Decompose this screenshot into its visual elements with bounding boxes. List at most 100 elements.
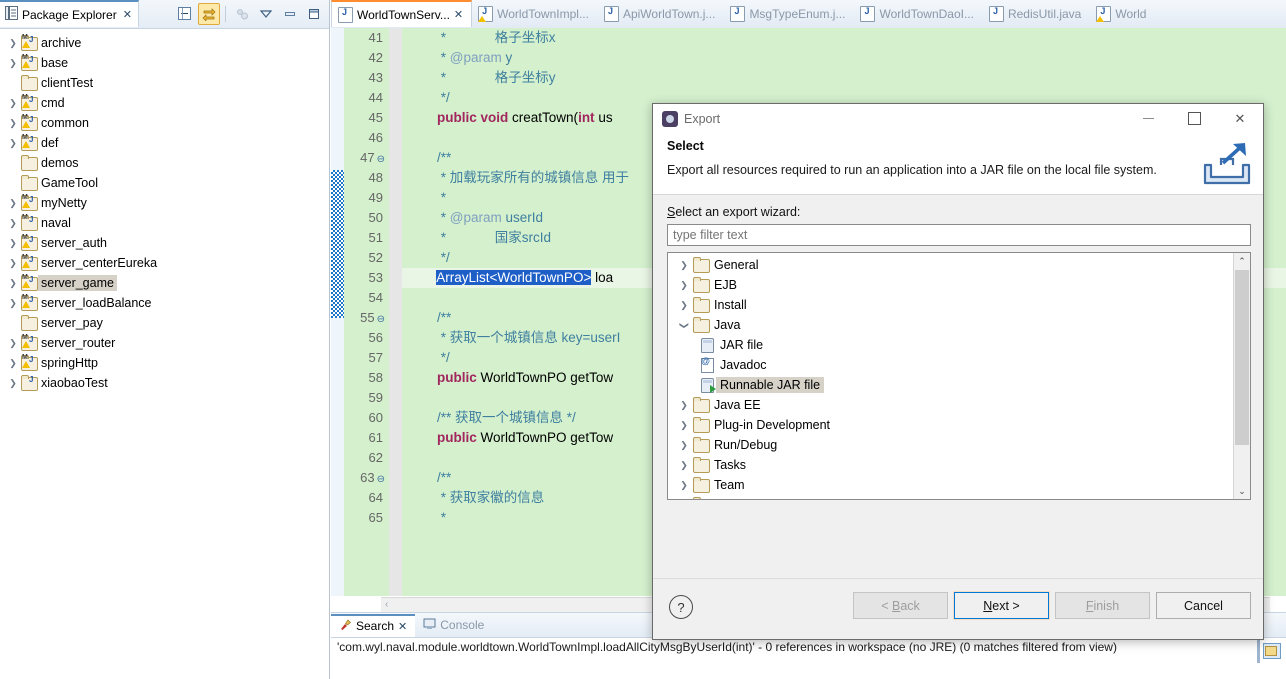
scroll-up-icon[interactable]: ⌃ [1234, 253, 1250, 269]
link-with-editor-icon[interactable] [198, 3, 220, 25]
project-tree-item[interactable]: ❯server_pay [0, 313, 329, 333]
project-tree-item[interactable]: ❯ J Mserver_game [0, 273, 329, 293]
tree-scrollbar[interactable]: ⌃ ⌄ [1233, 253, 1250, 499]
chevron-right-icon[interactable]: ❯ [676, 480, 692, 491]
help-icon[interactable]: ? [669, 595, 693, 619]
export-dialog[interactable]: Export ✕ Select Export all resources req… [652, 103, 1264, 640]
wizard-tree-item[interactable]: ❯ Team [668, 475, 1234, 495]
expand-arrow-icon[interactable]: ❯ [6, 38, 20, 49]
chevron-right-icon[interactable]: ❯ [676, 300, 692, 311]
maximize-view-icon[interactable] [303, 3, 325, 25]
project-tree-item[interactable]: ❯demos [0, 153, 329, 173]
project-tree-item[interactable]: ❯ J Mserver_router [0, 333, 329, 353]
fold-marker-icon[interactable] [383, 334, 385, 345]
close-icon[interactable]: ✕ [123, 8, 132, 21]
expand-arrow-icon[interactable]: ❯ [6, 298, 20, 309]
minimize-view-icon[interactable] [279, 3, 301, 25]
project-tree-item[interactable]: ❯ J Mbase [0, 53, 329, 73]
fold-marker-icon[interactable] [383, 514, 385, 525]
fold-marker-icon[interactable]: ⊖ [375, 314, 385, 325]
scroll-left-icon[interactable]: ‹ [385, 599, 388, 610]
fold-marker-icon[interactable] [383, 74, 385, 85]
wizard-tree-item[interactable]: JAR file [668, 335, 1234, 355]
expand-arrow-icon[interactable]: ❯ [6, 198, 20, 209]
expand-arrow-icon[interactable]: ❯ [6, 118, 20, 129]
project-tree[interactable]: ❯JMarchive❯JMbase❯clientTest❯JMcmd❯JMcom… [0, 29, 329, 393]
wizard-tree-item[interactable]: ❯Web [668, 495, 1234, 499]
code-line[interactable]: * @param y [402, 48, 1286, 68]
fold-marker-icon[interactable] [383, 194, 385, 205]
fold-marker-icon[interactable] [383, 274, 385, 285]
fold-marker-icon[interactable] [383, 434, 385, 445]
project-tree-item[interactable]: ❯ J Mserver_loadBalance [0, 293, 329, 313]
project-tree-item[interactable]: ❯ J MspringHttp [0, 353, 329, 373]
fold-marker-icon[interactable] [383, 34, 385, 45]
expand-arrow-icon[interactable]: ❯ [6, 358, 20, 369]
expand-arrow-icon[interactable]: ❯ [6, 338, 20, 349]
chevron-right-icon[interactable]: ❯ [676, 420, 692, 431]
fold-marker-icon[interactable]: ⊖ [375, 154, 385, 165]
bottom-view-tab[interactable]: Console [415, 614, 492, 637]
project-tree-item[interactable]: ❯ J Mserver_auth [0, 233, 329, 253]
fold-marker-icon[interactable] [383, 374, 385, 385]
fold-marker-icon[interactable] [383, 234, 385, 245]
maximize-icon[interactable] [1171, 104, 1217, 133]
wizard-tree-item[interactable]: ❯ Tasks [668, 455, 1234, 475]
expand-arrow-icon[interactable]: ❯ [6, 58, 20, 69]
editor-tabbar[interactable]: WorldTownServ... ✕ WorldTownImpl... ApiWorl… [331, 0, 1286, 29]
wizard-tree-item[interactable]: ❯ EJB [668, 275, 1234, 295]
fold-marker-icon[interactable] [383, 54, 385, 65]
chevron-right-icon[interactable]: ❯ [676, 260, 692, 271]
wizard-tree-item[interactable]: ❯ General [668, 255, 1234, 275]
expand-arrow-icon[interactable]: ❯ [6, 258, 20, 269]
fold-marker-icon[interactable] [383, 354, 385, 365]
chevron-right-icon[interactable]: ❯ [676, 280, 692, 291]
project-tree-item[interactable]: ❯ J MmyNetty [0, 193, 329, 213]
wizard-tree-item[interactable]: ❯ Install [668, 295, 1234, 315]
expand-arrow-icon[interactable]: ❯ [6, 378, 20, 389]
wizard-tree-item[interactable]: Javadoc [668, 355, 1234, 375]
filter-input[interactable] [667, 224, 1251, 246]
chevron-right-icon[interactable]: ❯ [676, 440, 692, 451]
fold-marker-icon[interactable] [383, 174, 385, 185]
chevron-right-icon[interactable]: ❯ [676, 460, 692, 471]
editor-tab[interactable]: WorldTownDaoI... [854, 0, 982, 27]
bottom-view-tab[interactable]: Search ✕ [331, 613, 416, 637]
code-line[interactable]: * 格子坐标y [402, 68, 1286, 88]
close-icon[interactable]: ✕ [1217, 104, 1263, 133]
fold-marker-icon[interactable] [383, 94, 385, 105]
project-tree-item[interactable]: ❯ J Mdef [0, 133, 329, 153]
focus-on-active-task-icon[interactable] [231, 3, 253, 25]
scroll-down-icon[interactable]: ⌄ [1234, 483, 1250, 499]
fold-marker-icon[interactable] [383, 414, 385, 425]
fold-marker-icon[interactable] [383, 454, 385, 465]
cancel-button[interactable]: Cancel [1156, 592, 1251, 619]
project-tree-item[interactable]: ❯GameTool [0, 173, 329, 193]
fold-marker-icon[interactable] [383, 494, 385, 505]
close-icon[interactable]: ✕ [398, 620, 407, 633]
editor-tab[interactable]: MsgTypeEnum.j... [724, 0, 854, 27]
project-tree-item[interactable]: ❯ J Mcommon [0, 113, 329, 133]
code-line[interactable]: * 格子坐标x [402, 28, 1286, 48]
fold-marker-icon[interactable] [383, 134, 385, 145]
export-wizard-tree[interactable]: ❯ General ❯ EJB ❯ Install ❯ Java JAR file Javadoc… [667, 252, 1251, 500]
chevron-down-icon[interactable]: ❯ [679, 317, 690, 333]
project-tree-item[interactable]: ❯ J Mserver_centerEureka [0, 253, 329, 273]
wizard-tree-item[interactable]: ❯ Java EE [668, 395, 1234, 415]
editor-tab[interactable]: World [1090, 0, 1155, 27]
folding-column[interactable] [389, 28, 402, 596]
wizard-tree-item[interactable]: ❯ Java [668, 315, 1234, 335]
chevron-right-icon[interactable]: ❯ [676, 400, 692, 411]
restore-view-icon[interactable] [1260, 641, 1282, 661]
minimize-icon[interactable] [1125, 104, 1171, 133]
tab-package-explorer[interactable]: Package Explorer ✕ [0, 0, 139, 27]
fold-marker-icon[interactable] [383, 254, 385, 265]
fold-marker-icon[interactable] [383, 394, 385, 405]
wizard-tree-item[interactable]: Runnable JAR file [668, 375, 1234, 395]
expand-arrow-icon[interactable]: ❯ [6, 238, 20, 249]
collapse-all-icon[interactable] [174, 3, 196, 25]
view-menu-icon[interactable] [255, 3, 277, 25]
expand-arrow-icon[interactable]: ❯ [6, 98, 20, 109]
wizard-tree-item[interactable]: ❯ Run/Debug [668, 435, 1234, 455]
next-button[interactable]: Next > [953, 591, 1050, 620]
